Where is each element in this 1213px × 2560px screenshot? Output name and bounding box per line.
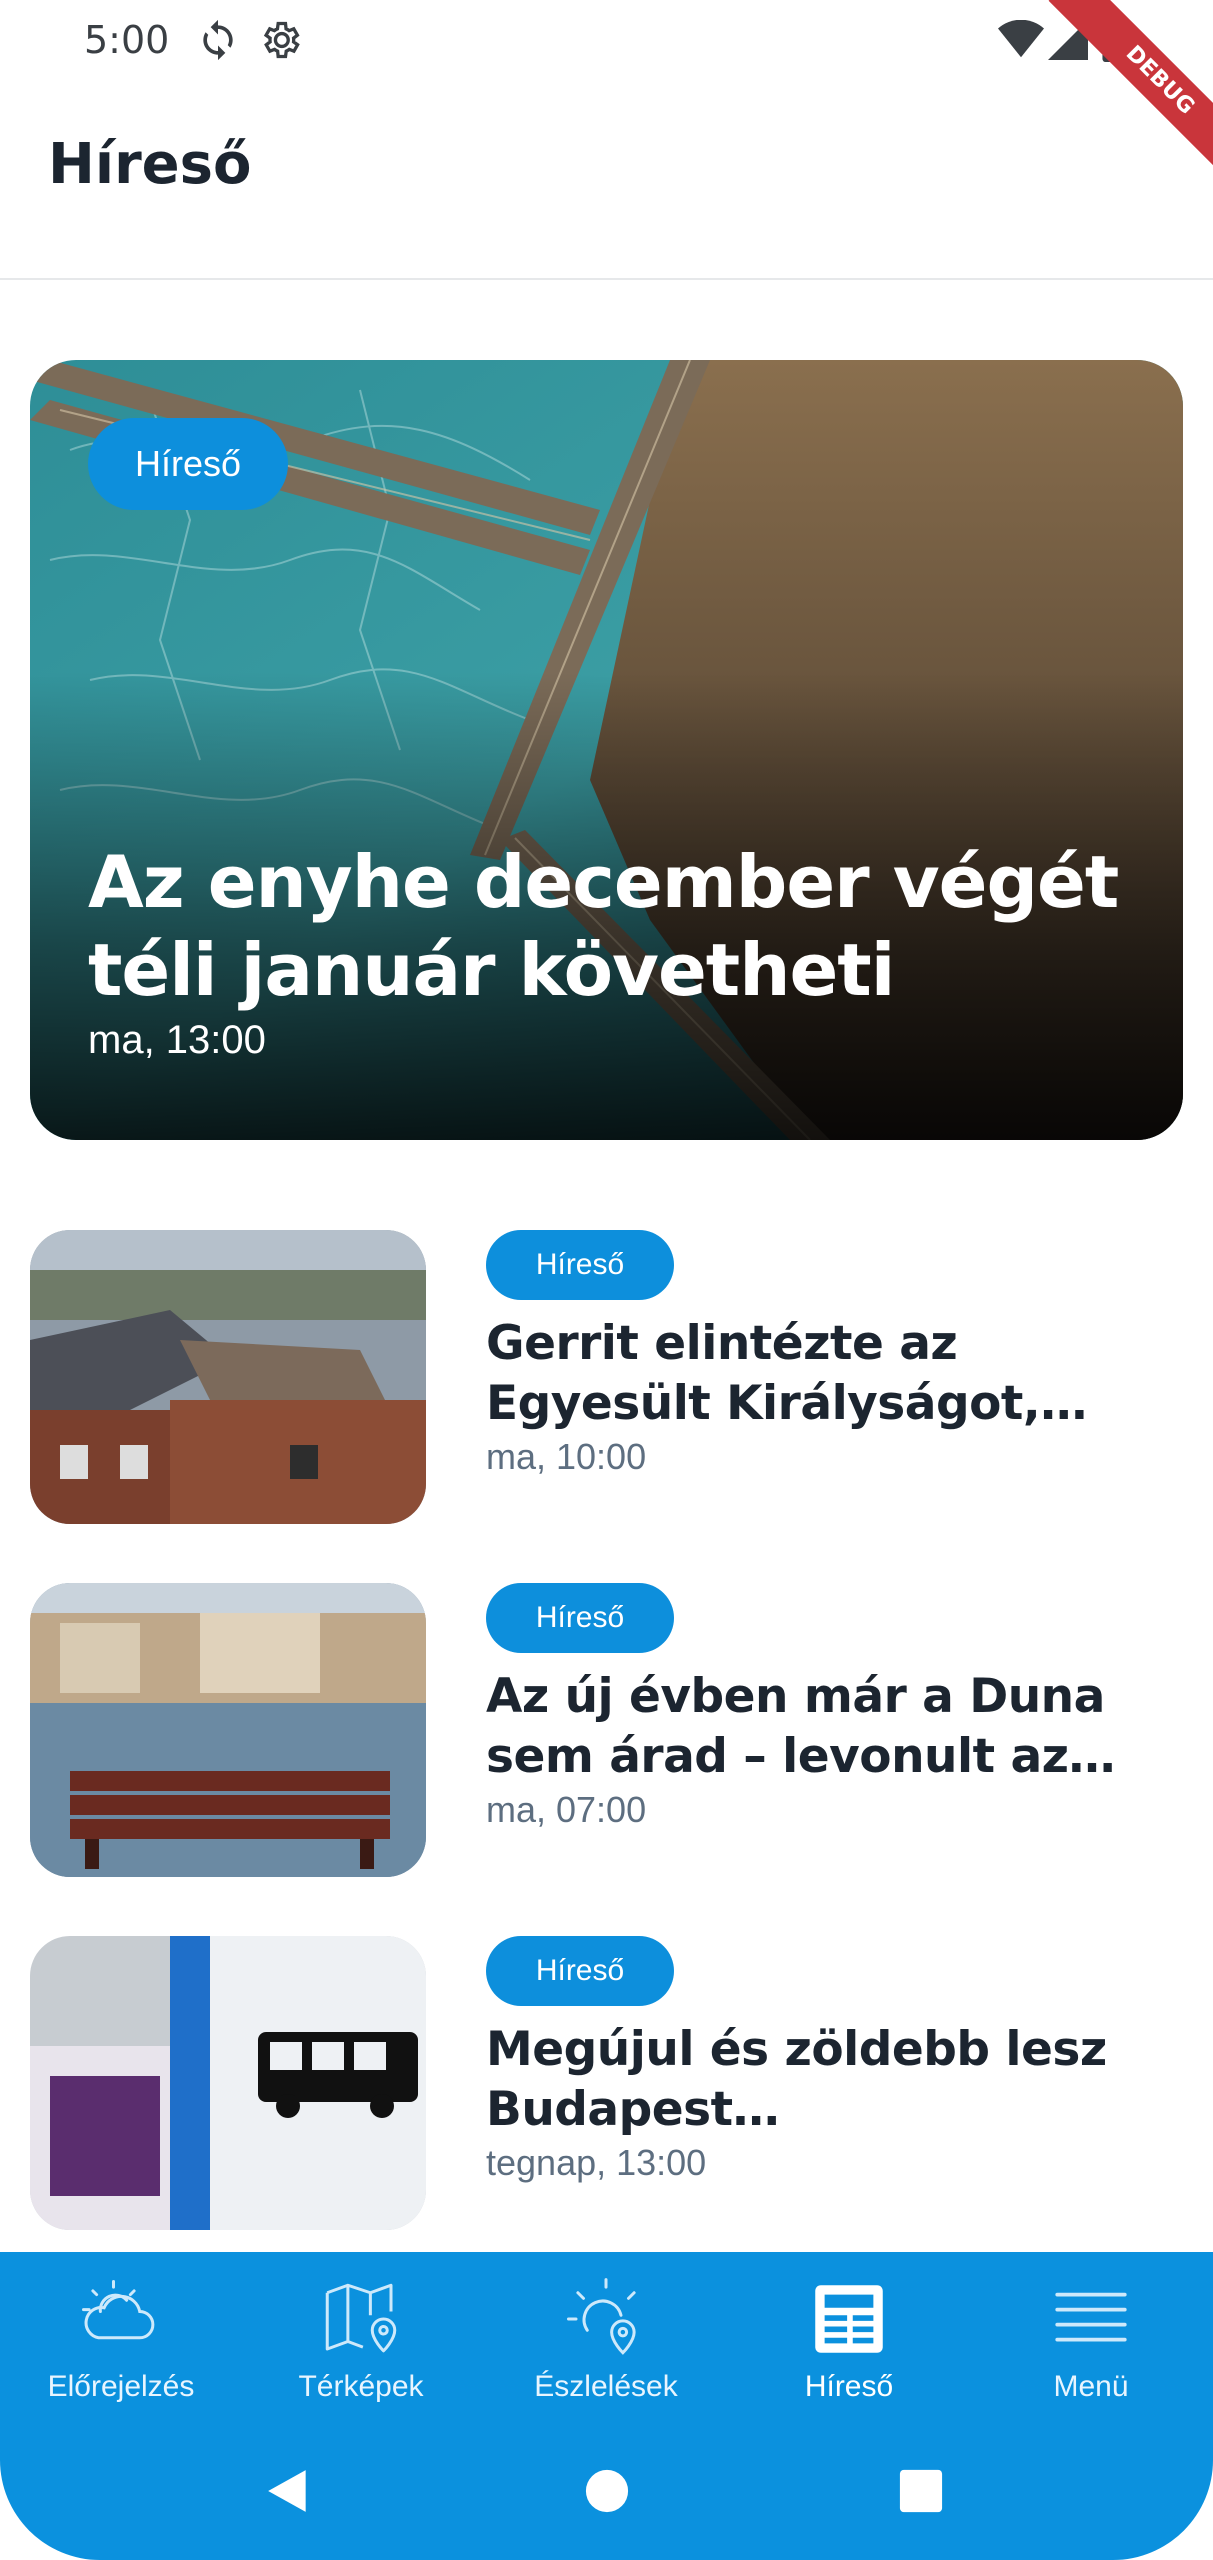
featured-article-time: ma, 13:00 bbox=[88, 1018, 266, 1062]
nav-forecast[interactable]: Előrejelzés bbox=[1, 2274, 241, 2424]
nav-label: Híreső bbox=[804, 2370, 894, 2403]
category-badge[interactable]: Híreső bbox=[486, 1936, 674, 2006]
news-time: ma, 10:00 bbox=[486, 1436, 647, 1477]
screen: 5:00 DEBUG Híreső Híreső Az enyhe decemb… bbox=[0, 0, 1213, 2560]
nav-news[interactable]: Híreső bbox=[729, 2274, 969, 2424]
newspaper-icon bbox=[815, 2285, 883, 2353]
nav-label: Előrejelzés bbox=[47, 2370, 195, 2403]
category-badge[interactable]: Híreső bbox=[88, 418, 288, 510]
wifi-icon bbox=[998, 19, 1044, 64]
page-title: Híreső bbox=[48, 132, 252, 197]
category-badge[interactable]: Híreső bbox=[486, 1583, 674, 1653]
nav-observations[interactable]: Észlelések bbox=[486, 2274, 726, 2424]
back-button[interactable] bbox=[264, 2466, 314, 2516]
home-button[interactable] bbox=[584, 2468, 630, 2514]
cloud-sun-icon bbox=[82, 2280, 155, 2340]
app-bar: Híreső bbox=[0, 84, 1213, 280]
news-thumbnail bbox=[30, 1230, 426, 1524]
featured-article-card[interactable]: Híreső Az enyhe december végét téli janu… bbox=[30, 360, 1183, 1140]
nav-maps[interactable]: Térképek bbox=[241, 2274, 481, 2424]
recents-button[interactable] bbox=[898, 2468, 944, 2514]
category-badge[interactable]: Híreső bbox=[486, 1230, 674, 1300]
menu-icon bbox=[1055, 2292, 1127, 2342]
news-time: tegnap, 13:00 bbox=[486, 2142, 707, 2183]
map-pin-icon bbox=[325, 2283, 397, 2353]
featured-article-title: Az enyhe december végét téli január köve… bbox=[88, 840, 1119, 1012]
news-title: Megújul és zöldebb lesz Budapest tömegkö… bbox=[486, 2022, 1107, 2137]
nav-label: Észlelések bbox=[534, 2370, 678, 2403]
status-time: 5:00 bbox=[84, 18, 170, 62]
status-bar: 5:00 DEBUG bbox=[0, 0, 1213, 171]
news-time: ma, 07:00 bbox=[486, 1789, 647, 1830]
news-thumbnail bbox=[30, 1583, 426, 1877]
sun-pin-icon bbox=[567, 2278, 636, 2355]
sync-icon bbox=[196, 18, 240, 66]
system-navigation-bar bbox=[0, 2440, 1213, 2540]
nav-label: Menü bbox=[1053, 2370, 1129, 2403]
news-list-item[interactable]: Híreső Megújul és zöldebb lesz Budapest … bbox=[30, 1936, 1183, 2232]
news-title: Gerrit elintézte az Egyesült Királyságot… bbox=[486, 1316, 1041, 1431]
news-list-item[interactable]: Híreső Az új évben már a Duna sem árad –… bbox=[30, 1583, 1183, 1879]
settings-icon bbox=[258, 18, 302, 66]
news-list-item[interactable]: Híreső Gerrit elintézte az Egyesült Kirá… bbox=[30, 1230, 1183, 1526]
nav-menu[interactable]: Menü bbox=[971, 2274, 1211, 2424]
news-thumbnail bbox=[30, 1936, 426, 2230]
news-title: Az új évben már a Duna sem árad – levonu… bbox=[486, 1669, 1105, 1784]
nav-label: Térképek bbox=[298, 2370, 424, 2403]
